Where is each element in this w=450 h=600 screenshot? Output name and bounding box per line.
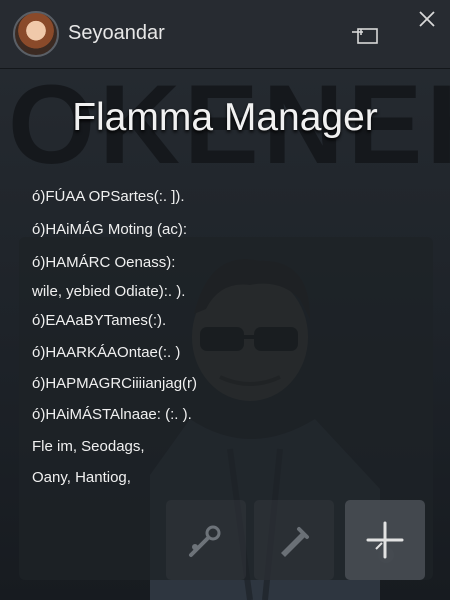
crosshair-tool-button[interactable]	[345, 500, 425, 580]
panel-line-3: ó)HAMÁRC Oenass):	[32, 254, 176, 271]
panel-line-9: Fle im, Seodags,	[32, 438, 145, 455]
panel-line-10: Oany, Hantiog,	[32, 469, 131, 486]
main-area: OKENEH Flamma Manager ó)FÚAA OPSartes(:.…	[0, 69, 450, 600]
panel-line-7: ó)HAPMAGRCiiiianjag(r)	[32, 375, 198, 392]
panel-line-6: ó)HAARKÁAOntae(:. )	[32, 344, 181, 361]
title-bar: Seyoandar	[0, 0, 450, 69]
crosshair-icon	[366, 521, 404, 559]
dropper-icon	[281, 527, 309, 557]
close-icon	[419, 11, 435, 27]
panel-line-1: ó)FÚAA OPSartes(:. ]).	[32, 188, 185, 205]
panel-line-5: ó)EAAaBYTames(:).	[32, 312, 167, 329]
panel-line-2: ó)HAiMÁG Moting (ac):	[32, 221, 188, 238]
panel-line-8: ó)HAiMÁSTAlnaae: (:. ).	[32, 406, 192, 423]
brush-icon	[189, 525, 221, 557]
brush-tool-button[interactable]	[166, 500, 246, 580]
panel-line-4: wile, yebied Odiate):. ).	[32, 283, 186, 300]
close-button[interactable]	[414, 6, 440, 32]
user-avatar[interactable]	[13, 11, 59, 57]
dropper-tool-button[interactable]	[254, 500, 334, 580]
window-restore-button[interactable]	[350, 24, 380, 46]
window-restore-icon	[352, 28, 378, 44]
page-title: Flamma Manager	[72, 96, 378, 139]
app-name: Seyoandar	[68, 22, 165, 44]
